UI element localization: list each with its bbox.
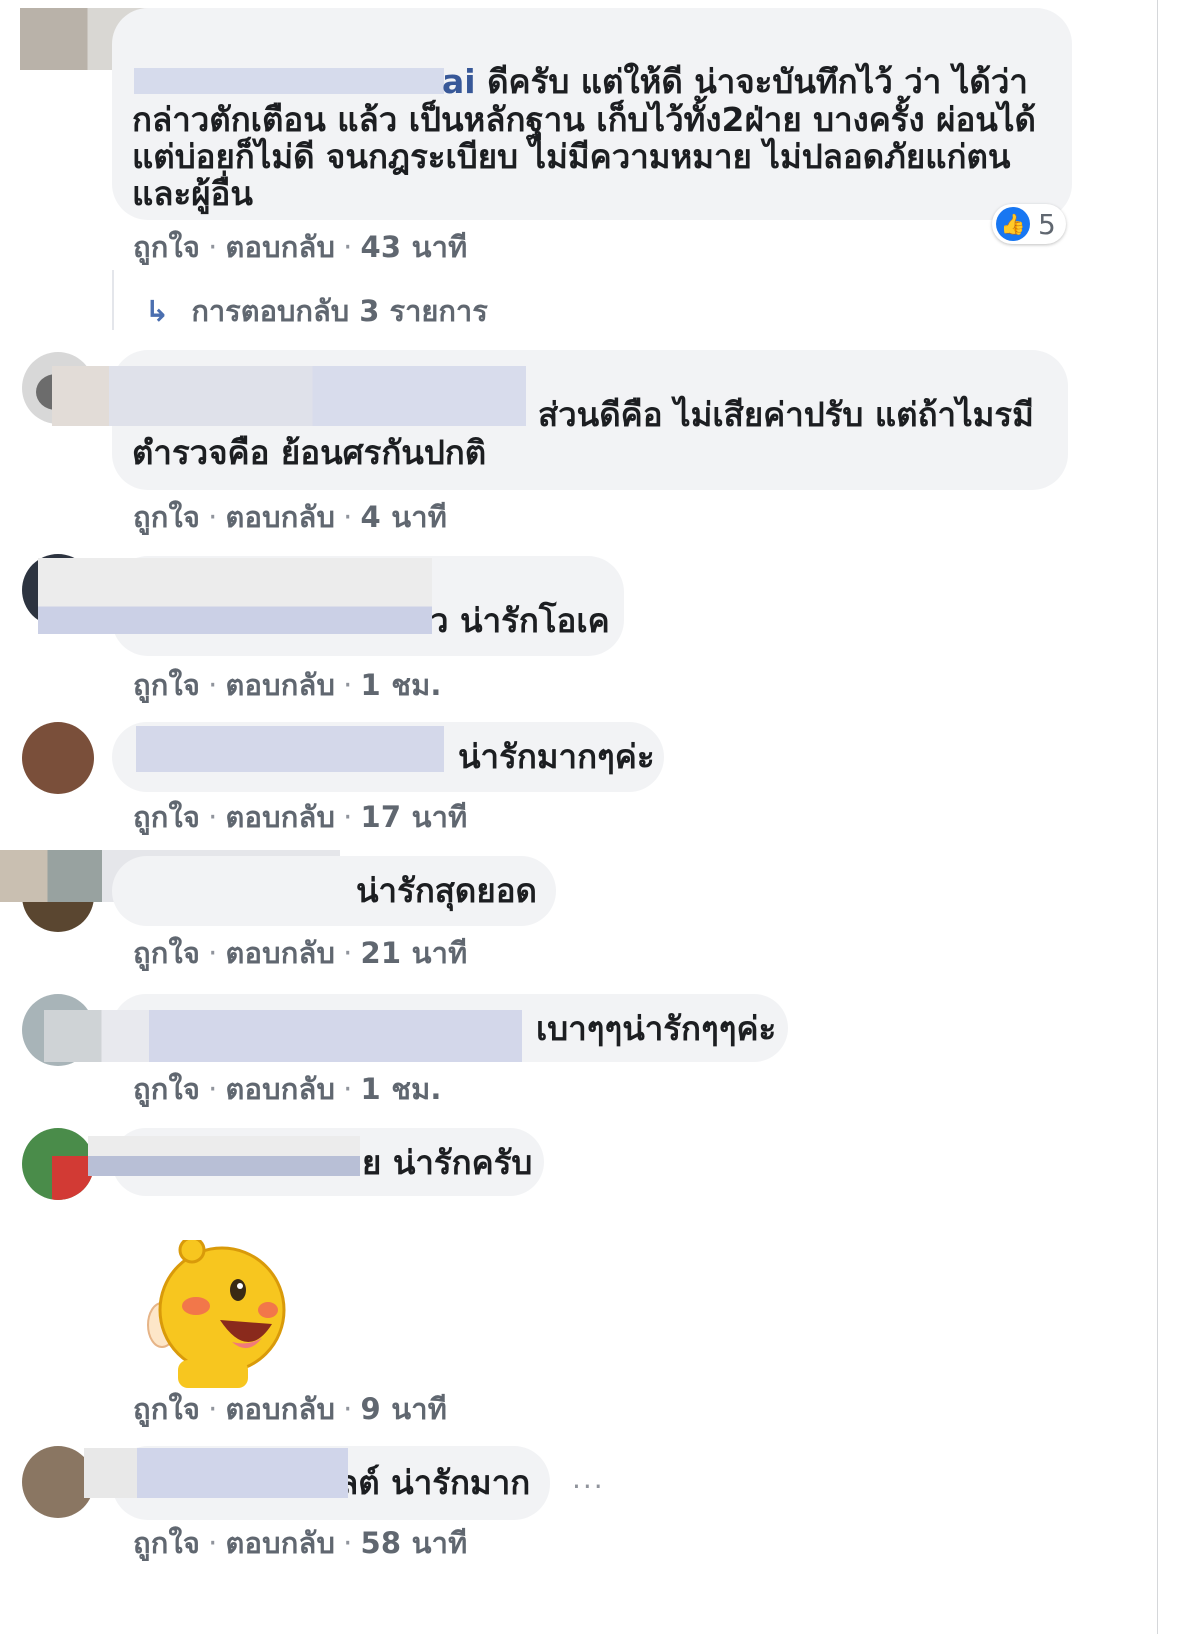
author-name[interactable]: ai (442, 62, 476, 101)
reply-link[interactable]: ตอบกลับ (226, 1392, 336, 1426)
username-blur (84, 1448, 348, 1498)
comment-bubble: น่ารักสุดยอด (112, 856, 556, 926)
comment-text: น่ารักสุดยอด (356, 871, 537, 910)
timestamp[interactable]: 43 นาที (361, 230, 468, 264)
comment-text-line: ดีครับ แต่ให้ดี น่าจะบันทึกไว้ ว่า ได้ว่… (487, 62, 1028, 101)
comment-actions: ถูกใจ · ตอบกลับ · 9 นาที (133, 1392, 448, 1426)
like-link[interactable]: ถูกใจ (133, 936, 200, 970)
comment-actions: ถูกใจ · ตอบกลับ · 58 นาที (133, 1526, 468, 1560)
like-link[interactable]: ถูกใจ (133, 500, 200, 534)
comment-text: เบาๆๆน่ารักๆๆค่ะ (536, 1009, 777, 1048)
timestamp[interactable]: 4 นาที (361, 500, 448, 534)
avatar[interactable] (22, 722, 94, 794)
comment-text-line: ตำรวจคือ ย้อนศรกันปกติ (132, 433, 487, 472)
reaction-count[interactable]: 👍 5 (992, 204, 1066, 244)
reply-link[interactable]: ตอบกลับ (226, 936, 336, 970)
comment-text: ว น่ารักโอเค (430, 601, 610, 640)
scrollbar-track (1157, 0, 1200, 1634)
like-link[interactable]: ถูกใจ (133, 230, 200, 264)
sticker-icon (147, 1240, 286, 1388)
like-link[interactable]: ถูกใจ (133, 800, 200, 834)
username-blur (38, 558, 432, 634)
comment-actions: ถูกใจ · ตอบกลับ · 17 นาที (133, 800, 468, 834)
thread-line (112, 270, 114, 330)
like-link[interactable]: ถูกใจ (133, 1072, 200, 1106)
like-link[interactable]: ถูกใจ (133, 1392, 200, 1426)
reply-link[interactable]: ตอบกลับ (226, 230, 336, 264)
comment-text-line: ส่วนดีคือ ไม่เสียค่าปรับ แต่ถ้าไมรมี (538, 395, 1034, 434)
comment-text-line: กล่าวตักเตือน แล้ว เป็นหลักฐาน เก็บไว้ทั… (132, 100, 1036, 139)
timestamp[interactable]: 1 ชม. (361, 1072, 442, 1106)
reply-link[interactable]: ตอบกลับ (226, 1526, 336, 1560)
username-blur (52, 366, 526, 426)
comment-actions: ถูกใจ · ตอบกลับ · 43 นาที (133, 230, 468, 264)
reply-arrow-icon: ↳ (145, 294, 170, 328)
timestamp[interactable]: 58 นาที (361, 1526, 468, 1560)
comment-bubble: ai ดีครับ แต่ให้ดี น่าจะบันทึกไว้ ว่า ได… (112, 8, 1072, 220)
username-blur (88, 1136, 360, 1176)
like-link[interactable]: ถูกใจ (133, 1526, 200, 1560)
comment-actions: ถูกใจ · ตอบกลับ · 4 นาที (133, 500, 448, 534)
timestamp[interactable]: 1 ชม. (361, 668, 442, 702)
comment-actions: ถูกใจ · ตอบกลับ · 1 ชม. (133, 668, 442, 702)
comment-text: ลต์ น่ารักมาก (338, 1463, 531, 1502)
comment-text: ย น่ารักครับ (362, 1143, 533, 1182)
avatar[interactable] (22, 1128, 94, 1200)
reply-link[interactable]: ตอบกลับ (226, 500, 336, 534)
timestamp[interactable]: 17 นาที (361, 800, 468, 834)
reply-link[interactable]: ตอบกลับ (226, 800, 336, 834)
like-link[interactable]: ถูกใจ (133, 668, 200, 702)
comment-actions: ถูกใจ · ตอบกลับ · 1 ชม. (133, 1072, 442, 1106)
view-replies-link[interactable]: ↳ การตอบกลับ 3 รายการ (145, 288, 488, 334)
more-options-icon[interactable]: ··· (572, 1470, 605, 1503)
comment-text-line: แต่บ่อยก็ไม่ดี จนกฎระเบียบ ไม่มีความหมาย… (132, 137, 1011, 176)
username-blur (136, 726, 444, 772)
like-reaction-icon: 👍 (996, 207, 1030, 241)
comment-text-line: และผู้อื่น (132, 174, 253, 213)
comment-actions: ถูกใจ · ตอบกลับ · 21 นาที (133, 936, 468, 970)
reply-link[interactable]: ตอบกลับ (226, 1072, 336, 1106)
timestamp[interactable]: 9 นาที (361, 1392, 448, 1426)
timestamp[interactable]: 21 นาที (361, 936, 468, 970)
username-blur (44, 1010, 522, 1062)
comment-text: น่ารักมากๆค่ะ (458, 737, 655, 776)
reply-link[interactable]: ตอบกลับ (226, 668, 336, 702)
